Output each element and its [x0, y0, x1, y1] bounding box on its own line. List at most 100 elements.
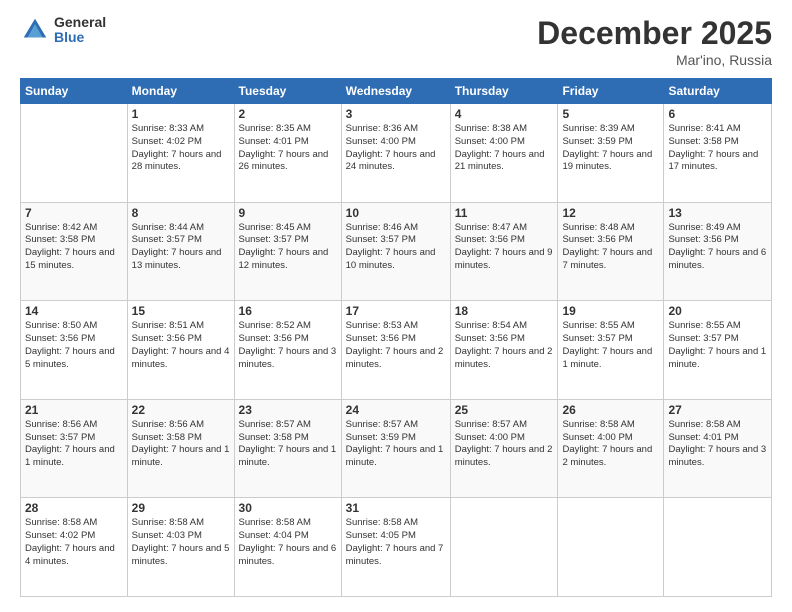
calendar-day-cell — [664, 498, 772, 597]
calendar-day-cell: 16 Sunrise: 8:52 AMSunset: 3:56 PMDaylig… — [234, 301, 341, 400]
day-number: 2 — [239, 107, 337, 121]
day-info: Sunrise: 8:56 AMSunset: 3:57 PMDaylight:… — [25, 419, 115, 468]
day-number: 26 — [562, 403, 659, 417]
calendar-day-cell: 6 Sunrise: 8:41 AMSunset: 3:58 PMDayligh… — [664, 104, 772, 203]
day-info: Sunrise: 8:47 AMSunset: 3:56 PMDaylight:… — [455, 222, 553, 271]
calendar-header-row: Sunday Monday Tuesday Wednesday Thursday… — [21, 79, 772, 104]
col-sunday: Sunday — [21, 79, 128, 104]
day-info: Sunrise: 8:36 AMSunset: 4:00 PMDaylight:… — [346, 123, 436, 172]
day-number: 3 — [346, 107, 446, 121]
day-info: Sunrise: 8:33 AMSunset: 4:02 PMDaylight:… — [132, 123, 222, 172]
day-number: 17 — [346, 304, 446, 318]
calendar-week-row: 14 Sunrise: 8:50 AMSunset: 3:56 PMDaylig… — [21, 301, 772, 400]
calendar-day-cell: 12 Sunrise: 8:48 AMSunset: 3:56 PMDaylig… — [558, 202, 664, 301]
calendar-day-cell: 4 Sunrise: 8:38 AMSunset: 4:00 PMDayligh… — [450, 104, 558, 203]
calendar-day-cell: 8 Sunrise: 8:44 AMSunset: 3:57 PMDayligh… — [127, 202, 234, 301]
calendar-day-cell: 13 Sunrise: 8:49 AMSunset: 3:56 PMDaylig… — [664, 202, 772, 301]
day-number: 9 — [239, 206, 337, 220]
calendar-day-cell: 2 Sunrise: 8:35 AMSunset: 4:01 PMDayligh… — [234, 104, 341, 203]
calendar-week-row: 28 Sunrise: 8:58 AMSunset: 4:02 PMDaylig… — [21, 498, 772, 597]
day-info: Sunrise: 8:56 AMSunset: 3:58 PMDaylight:… — [132, 419, 230, 468]
logo-icon — [20, 15, 50, 45]
day-info: Sunrise: 8:58 AMSunset: 4:01 PMDaylight:… — [668, 419, 766, 468]
day-info: Sunrise: 8:58 AMSunset: 4:00 PMDaylight:… — [562, 419, 652, 468]
day-number: 6 — [668, 107, 767, 121]
logo: General Blue — [20, 15, 106, 46]
calendar-day-cell — [450, 498, 558, 597]
day-info: Sunrise: 8:58 AMSunset: 4:03 PMDaylight:… — [132, 517, 230, 566]
day-number: 18 — [455, 304, 554, 318]
day-number: 28 — [25, 501, 123, 515]
calendar-day-cell: 10 Sunrise: 8:46 AMSunset: 3:57 PMDaylig… — [341, 202, 450, 301]
day-number: 7 — [25, 206, 123, 220]
col-tuesday: Tuesday — [234, 79, 341, 104]
calendar-day-cell: 21 Sunrise: 8:56 AMSunset: 3:57 PMDaylig… — [21, 399, 128, 498]
day-number: 23 — [239, 403, 337, 417]
calendar-day-cell: 9 Sunrise: 8:45 AMSunset: 3:57 PMDayligh… — [234, 202, 341, 301]
day-number: 25 — [455, 403, 554, 417]
calendar-day-cell: 18 Sunrise: 8:54 AMSunset: 3:56 PMDaylig… — [450, 301, 558, 400]
day-info: Sunrise: 8:52 AMSunset: 3:56 PMDaylight:… — [239, 320, 337, 369]
day-info: Sunrise: 8:57 AMSunset: 4:00 PMDaylight:… — [455, 419, 553, 468]
day-info: Sunrise: 8:58 AMSunset: 4:02 PMDaylight:… — [25, 517, 115, 566]
day-number: 10 — [346, 206, 446, 220]
calendar-day-cell: 3 Sunrise: 8:36 AMSunset: 4:00 PMDayligh… — [341, 104, 450, 203]
day-number: 20 — [668, 304, 767, 318]
day-info: Sunrise: 8:46 AMSunset: 3:57 PMDaylight:… — [346, 222, 436, 271]
calendar-day-cell: 5 Sunrise: 8:39 AMSunset: 3:59 PMDayligh… — [558, 104, 664, 203]
calendar-day-cell — [21, 104, 128, 203]
day-info: Sunrise: 8:39 AMSunset: 3:59 PMDaylight:… — [562, 123, 652, 172]
calendar-day-cell: 1 Sunrise: 8:33 AMSunset: 4:02 PMDayligh… — [127, 104, 234, 203]
calendar-week-row: 21 Sunrise: 8:56 AMSunset: 3:57 PMDaylig… — [21, 399, 772, 498]
header: General Blue December 2025 Mar'ino, Russ… — [20, 15, 772, 68]
day-info: Sunrise: 8:58 AMSunset: 4:04 PMDaylight:… — [239, 517, 337, 566]
month-title: December 2025 — [537, 15, 772, 52]
day-number: 21 — [25, 403, 123, 417]
calendar-day-cell: 15 Sunrise: 8:51 AMSunset: 3:56 PMDaylig… — [127, 301, 234, 400]
calendar-table: Sunday Monday Tuesday Wednesday Thursday… — [20, 78, 772, 597]
calendar-day-cell: 29 Sunrise: 8:58 AMSunset: 4:03 PMDaylig… — [127, 498, 234, 597]
day-number: 22 — [132, 403, 230, 417]
calendar-day-cell: 26 Sunrise: 8:58 AMSunset: 4:00 PMDaylig… — [558, 399, 664, 498]
day-number: 30 — [239, 501, 337, 515]
day-number: 5 — [562, 107, 659, 121]
day-number: 14 — [25, 304, 123, 318]
calendar-day-cell: 23 Sunrise: 8:57 AMSunset: 3:58 PMDaylig… — [234, 399, 341, 498]
calendar-day-cell: 22 Sunrise: 8:56 AMSunset: 3:58 PMDaylig… — [127, 399, 234, 498]
day-info: Sunrise: 8:49 AMSunset: 3:56 PMDaylight:… — [668, 222, 766, 271]
day-info: Sunrise: 8:45 AMSunset: 3:57 PMDaylight:… — [239, 222, 329, 271]
day-info: Sunrise: 8:58 AMSunset: 4:05 PMDaylight:… — [346, 517, 444, 566]
day-info: Sunrise: 8:54 AMSunset: 3:56 PMDaylight:… — [455, 320, 553, 369]
day-info: Sunrise: 8:38 AMSunset: 4:00 PMDaylight:… — [455, 123, 545, 172]
calendar-week-row: 7 Sunrise: 8:42 AMSunset: 3:58 PMDayligh… — [21, 202, 772, 301]
day-info: Sunrise: 8:55 AMSunset: 3:57 PMDaylight:… — [668, 320, 766, 369]
col-thursday: Thursday — [450, 79, 558, 104]
calendar-day-cell: 7 Sunrise: 8:42 AMSunset: 3:58 PMDayligh… — [21, 202, 128, 301]
day-number: 24 — [346, 403, 446, 417]
day-info: Sunrise: 8:44 AMSunset: 3:57 PMDaylight:… — [132, 222, 222, 271]
calendar-day-cell: 28 Sunrise: 8:58 AMSunset: 4:02 PMDaylig… — [21, 498, 128, 597]
day-info: Sunrise: 8:50 AMSunset: 3:56 PMDaylight:… — [25, 320, 115, 369]
logo-text: General Blue — [54, 15, 106, 46]
logo-blue: Blue — [54, 30, 106, 45]
calendar-day-cell — [558, 498, 664, 597]
day-info: Sunrise: 8:53 AMSunset: 3:56 PMDaylight:… — [346, 320, 444, 369]
calendar-day-cell: 17 Sunrise: 8:53 AMSunset: 3:56 PMDaylig… — [341, 301, 450, 400]
day-number: 29 — [132, 501, 230, 515]
day-number: 15 — [132, 304, 230, 318]
day-number: 13 — [668, 206, 767, 220]
day-info: Sunrise: 8:41 AMSunset: 3:58 PMDaylight:… — [668, 123, 758, 172]
day-info: Sunrise: 8:57 AMSunset: 3:59 PMDaylight:… — [346, 419, 444, 468]
day-info: Sunrise: 8:57 AMSunset: 3:58 PMDaylight:… — [239, 419, 337, 468]
day-number: 12 — [562, 206, 659, 220]
col-friday: Friday — [558, 79, 664, 104]
calendar-day-cell: 11 Sunrise: 8:47 AMSunset: 3:56 PMDaylig… — [450, 202, 558, 301]
day-info: Sunrise: 8:55 AMSunset: 3:57 PMDaylight:… — [562, 320, 652, 369]
calendar-day-cell: 30 Sunrise: 8:58 AMSunset: 4:04 PMDaylig… — [234, 498, 341, 597]
calendar-day-cell: 25 Sunrise: 8:57 AMSunset: 4:00 PMDaylig… — [450, 399, 558, 498]
calendar-day-cell: 24 Sunrise: 8:57 AMSunset: 3:59 PMDaylig… — [341, 399, 450, 498]
day-number: 4 — [455, 107, 554, 121]
day-info: Sunrise: 8:42 AMSunset: 3:58 PMDaylight:… — [25, 222, 115, 271]
day-number: 8 — [132, 206, 230, 220]
calendar-day-cell: 14 Sunrise: 8:50 AMSunset: 3:56 PMDaylig… — [21, 301, 128, 400]
